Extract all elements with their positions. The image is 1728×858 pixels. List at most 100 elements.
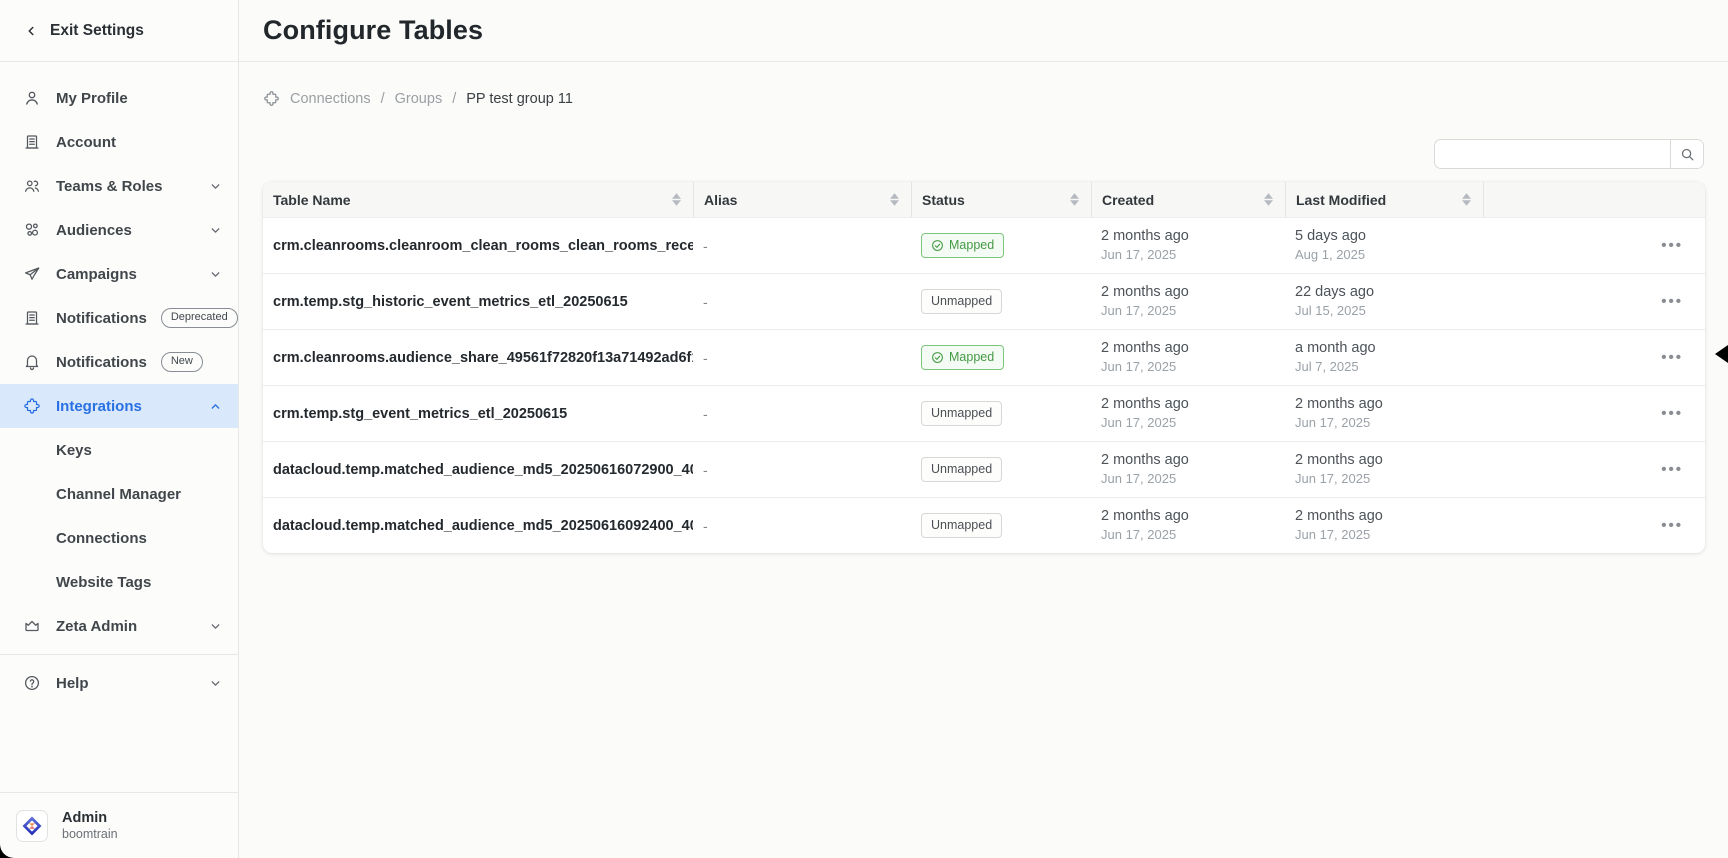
exit-settings-button[interactable]: Exit Settings <box>0 0 238 62</box>
sidebar-item-label: Keys <box>56 442 92 459</box>
sidebar-item-campaigns[interactable]: Campaigns <box>0 252 238 296</box>
sidebar-item-account[interactable]: Account <box>0 120 238 164</box>
user-org: boomtrain <box>62 827 118 843</box>
search-input[interactable] <box>1435 140 1670 168</box>
sidebar-item-audiences[interactable]: Audiences <box>0 208 238 252</box>
sidebar-item-integrations[interactable]: Integrations <box>0 384 238 428</box>
modified-cell: 22 days agoJul 15, 2025 <box>1285 283 1483 320</box>
main-area: Configure Tables Connections / Groups / … <box>239 0 1728 858</box>
sidebar-item-notifications-new[interactable]: Notifications New <box>0 340 238 384</box>
sidebar-item-connections[interactable]: Connections <box>0 516 238 560</box>
table-row: crm.cleanrooms.audience_share_49561f7282… <box>263 329 1705 385</box>
alias-cell: - <box>693 518 911 534</box>
breadcrumb-separator: / <box>452 91 456 107</box>
sidebar-item-label: Notifications <box>56 310 147 327</box>
status-badge: Mapped <box>921 233 1004 258</box>
row-actions-menu-icon[interactable]: ••• <box>1661 237 1683 254</box>
row-actions-menu-icon[interactable]: ••• <box>1661 293 1683 310</box>
breadcrumb: Connections / Groups / PP test group 11 <box>263 90 1704 107</box>
alias-cell: - <box>693 462 911 478</box>
exit-settings-label: Exit Settings <box>50 22 144 40</box>
search-icon[interactable] <box>1670 140 1703 168</box>
sidebar-item-my-profile[interactable]: My Profile <box>0 76 238 120</box>
table-row: datacloud.temp.matched_audience_md5_2025… <box>263 441 1705 497</box>
sidebar-item-label: Audiences <box>56 222 132 239</box>
paper-plane-icon <box>22 264 42 284</box>
sort-icon[interactable] <box>1462 193 1471 206</box>
check-circle-icon <box>931 239 944 252</box>
table-name-cell: crm.cleanrooms.cleanroom_clean_rooms_cle… <box>263 238 693 254</box>
new-badge: New <box>161 352 203 371</box>
circles-icon <box>22 220 42 240</box>
sidebar-item-website-tags[interactable]: Website Tags <box>0 560 238 604</box>
created-cell: 2 months agoJun 17, 2025 <box>1091 507 1285 544</box>
user-icon <box>22 88 42 108</box>
modified-cell: 5 days agoAug 1, 2025 <box>1285 227 1483 264</box>
chevron-left-icon <box>24 24 38 38</box>
column-header-alias[interactable]: Alias <box>693 182 911 217</box>
created-cell: 2 months agoJun 17, 2025 <box>1091 283 1285 320</box>
sidebar-item-label: Help <box>56 675 89 692</box>
tables-table: Table Name Alias Status Created <box>263 182 1705 553</box>
modified-cell: 2 months agoJun 17, 2025 <box>1285 395 1483 432</box>
column-header-created[interactable]: Created <box>1091 182 1285 217</box>
sort-icon[interactable] <box>890 193 899 206</box>
chevron-up-icon <box>209 400 222 413</box>
sidebar-item-label: Campaigns <box>56 266 137 283</box>
sidebar-item-label: My Profile <box>56 90 128 107</box>
mouse-cursor <box>1715 345 1728 363</box>
chevron-down-icon <box>209 224 222 237</box>
sidebar-item-help[interactable]: Help <box>0 661 238 705</box>
column-header-status[interactable]: Status <box>911 182 1091 217</box>
user-name: Admin <box>62 809 118 827</box>
sort-icon[interactable] <box>1070 193 1079 206</box>
alias-cell: - <box>693 406 911 422</box>
status-badge: Unmapped <box>921 513 1002 538</box>
sidebar-item-notifications-deprecated[interactable]: Notifications Deprecated <box>0 296 238 340</box>
sidebar-item-label: Zeta Admin <box>56 618 137 635</box>
sidebar-item-teams-roles[interactable]: Teams & Roles <box>0 164 238 208</box>
table-name-cell: crm.temp.stg_historic_event_metrics_etl_… <box>263 294 693 310</box>
window-corner <box>0 844 14 858</box>
modified-cell: a month agoJul 7, 2025 <box>1285 339 1483 376</box>
sort-icon[interactable] <box>672 193 681 206</box>
table-name-cell: datacloud.temp.matched_audience_md5_2025… <box>263 518 693 534</box>
chevron-down-icon <box>209 180 222 193</box>
table-row: crm.temp.stg_historic_event_metrics_etl_… <box>263 273 1705 329</box>
sidebar-item-channel-manager[interactable]: Channel Manager <box>0 472 238 516</box>
modified-cell: 2 months agoJun 17, 2025 <box>1285 507 1483 544</box>
column-header-table-name[interactable]: Table Name <box>263 182 693 217</box>
status-badge: Mapped <box>921 345 1004 370</box>
breadcrumb-groups-link[interactable]: Groups <box>395 91 443 107</box>
row-actions-menu-icon[interactable]: ••• <box>1661 405 1683 422</box>
users-icon <box>22 176 42 196</box>
question-circle-icon <box>22 673 42 693</box>
column-header-last-modified[interactable]: Last Modified <box>1285 182 1483 217</box>
created-cell: 2 months agoJun 17, 2025 <box>1091 451 1285 488</box>
user-menu[interactable]: Admin boomtrain <box>0 792 238 858</box>
breadcrumb-separator: / <box>381 91 385 107</box>
row-actions-menu-icon[interactable]: ••• <box>1661 517 1683 534</box>
sidebar-item-zeta-admin[interactable]: Zeta Admin <box>0 604 238 648</box>
sort-icon[interactable] <box>1264 193 1273 206</box>
sidebar-divider <box>0 654 238 655</box>
row-actions-menu-icon[interactable]: ••• <box>1661 461 1683 478</box>
page-title: Configure Tables <box>263 15 483 46</box>
zeta-logo <box>16 810 48 842</box>
created-cell: 2 months agoJun 17, 2025 <box>1091 395 1285 432</box>
breadcrumb-current: PP test group 11 <box>466 91 573 107</box>
column-header-actions <box>1483 182 1705 217</box>
created-cell: 2 months agoJun 17, 2025 <box>1091 339 1285 376</box>
table-header-row: Table Name Alias Status Created <box>263 182 1705 217</box>
modified-cell: 2 months agoJun 17, 2025 <box>1285 451 1483 488</box>
breadcrumb-connections-link[interactable]: Connections <box>290 91 371 107</box>
row-actions-menu-icon[interactable]: ••• <box>1661 349 1683 366</box>
app-window: Exit Settings My Profile Account Teams & <box>0 0 1728 858</box>
created-cell: 2 months agoJun 17, 2025 <box>1091 227 1285 264</box>
table-row: crm.temp.stg_event_metrics_etl_20250615 … <box>263 385 1705 441</box>
alias-cell: - <box>693 350 911 366</box>
sidebar-nav: My Profile Account Teams & Roles <box>0 62 238 792</box>
chevron-down-icon <box>209 268 222 281</box>
check-circle-icon <box>931 351 944 364</box>
sidebar-item-keys[interactable]: Keys <box>0 428 238 472</box>
